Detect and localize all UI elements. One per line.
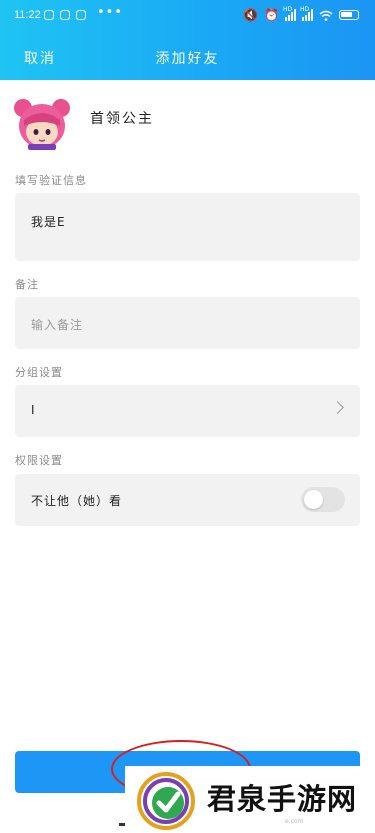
system-icons: 🔇 ⏰ HD HD: [243, 6, 359, 22]
remark-label: 备注: [15, 278, 39, 291]
watermark-logo-icon: [137, 772, 195, 830]
page-title: 添加好友: [155, 51, 220, 67]
status-bar: 11:22 ••• 🔇 ⏰ HD HD: [0, 0, 375, 32]
contact-name: 首领公主: [90, 111, 154, 127]
app-notification-icon: [60, 10, 70, 20]
verification-text: 我是E: [31, 215, 66, 229]
chevron-right-icon: [331, 401, 344, 414]
mute-icon: 🔇: [243, 8, 259, 22]
home-indicator: [119, 823, 125, 826]
wifi-icon: [319, 10, 333, 21]
app-notification-icon: [44, 10, 54, 20]
notification-icons: [44, 10, 86, 20]
network-label: HD: [283, 6, 293, 13]
remark-placeholder: 输入备注: [31, 318, 84, 332]
alarm-icon: ⏰: [264, 8, 279, 22]
hide-from-contact-toggle[interactable]: [301, 487, 345, 512]
permission-option-label: 不让他（她）看: [31, 494, 123, 508]
watermark-text: 君泉手游网: [207, 782, 358, 816]
remark-input[interactable]: 输入备注: [15, 297, 360, 349]
network-label: HD: [300, 6, 310, 13]
group-label: 分组设置: [15, 366, 63, 379]
title-bar: 11:22 ••• 🔇 ⏰ HD HD 取消 添加好友: [0, 0, 375, 80]
watermark-url: e.com: [285, 818, 304, 825]
watermark: 君泉手游网 e.com: [125, 766, 375, 833]
app-notification-icon: [76, 10, 86, 20]
verification-input[interactable]: 我是E: [15, 193, 360, 261]
verification-label: 填写验证信息: [15, 174, 87, 187]
permission-row: 不让他（她）看: [15, 474, 360, 526]
signal-icon: HD: [300, 6, 313, 21]
signal-icon: HD: [283, 6, 296, 21]
more-notifications-icon: •••: [97, 5, 124, 20]
group-value: I: [31, 403, 36, 417]
permission-label: 权限设置: [15, 454, 63, 467]
status-time: 11:22: [14, 9, 41, 21]
battery-icon: [339, 10, 359, 20]
avatar: [14, 99, 70, 150]
group-selector[interactable]: I: [15, 385, 360, 437]
toggle-knob: [304, 490, 323, 509]
